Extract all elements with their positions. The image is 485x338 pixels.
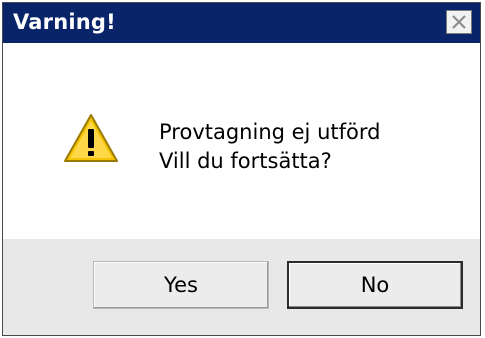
close-icon <box>452 15 466 29</box>
warning-dialog: Varning! Provtagning ej utförd Vill du f… <box>2 2 481 336</box>
dialog-title: Varning! <box>13 10 116 34</box>
no-button[interactable]: No <box>287 261 463 309</box>
message-text: Provtagning ej utförd Vill du fortsätta? <box>159 118 380 176</box>
close-button[interactable] <box>446 10 472 34</box>
message-line-2: Vill du fortsätta? <box>159 149 332 173</box>
yes-button[interactable]: Yes <box>93 261 269 309</box>
warning-icon <box>64 114 118 162</box>
title-bar[interactable]: Varning! <box>3 3 480 43</box>
message-area: Provtagning ej utförd Vill du fortsätta? <box>3 43 480 239</box>
message-line-1: Provtagning ej utförd <box>159 120 381 144</box>
button-bar: Yes No <box>3 239 480 335</box>
